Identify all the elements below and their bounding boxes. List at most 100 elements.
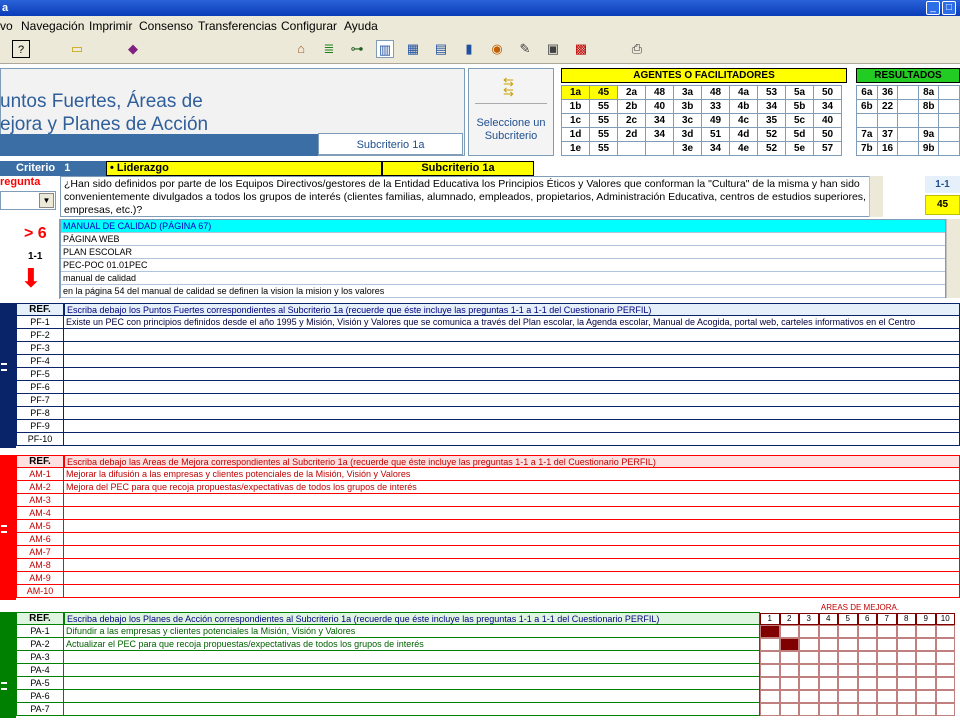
agtable-cell[interactable]: 53: [757, 85, 786, 100]
agtable-cell[interactable]: 5b: [785, 99, 814, 114]
target-icon[interactable]: ◉: [488, 40, 506, 58]
pregunta-select[interactable]: ▼: [0, 191, 56, 210]
agtable-cell[interactable]: 2b: [617, 99, 646, 114]
agtable-cell[interactable]: [645, 141, 674, 156]
areas-matrix-cell[interactable]: [877, 677, 897, 690]
maximize-button[interactable]: □: [942, 1, 956, 15]
puntos-fuertes-row[interactable]: [64, 329, 960, 342]
agtable-cell[interactable]: 55: [589, 141, 618, 156]
areas-matrix-cell[interactable]: [779, 677, 799, 690]
areas-matrix-cell[interactable]: [760, 690, 780, 703]
agtable-cell[interactable]: 40: [813, 113, 842, 128]
agtable-cell[interactable]: 40: [645, 99, 674, 114]
areas-matrix-cell[interactable]: [779, 703, 799, 716]
agtable-cell[interactable]: 4b: [729, 99, 758, 114]
areas-matrix-cell[interactable]: [799, 664, 819, 677]
agtable-cell[interactable]: 35: [757, 113, 786, 128]
areas-matrix-cell[interactable]: [760, 651, 780, 664]
areas-matrix-cell[interactable]: [896, 703, 916, 716]
rstable-cell[interactable]: [876, 113, 899, 128]
bar-chart-icon[interactable]: ▥: [376, 40, 394, 58]
puntos-fuertes-row[interactable]: [64, 381, 960, 394]
areas-matrix-cell[interactable]: [838, 625, 858, 638]
agtable-cell[interactable]: 4a: [729, 85, 758, 100]
puntos-fuertes-row[interactable]: [64, 420, 960, 433]
puntos-fuertes-row[interactable]: [64, 355, 960, 368]
select-subcriterio-button[interactable]: ⇆ ⇆ Seleccione un Subcriterio: [468, 68, 554, 156]
tree-icon[interactable]: ⊶: [348, 40, 366, 58]
areas-matrix-cell[interactable]: [818, 638, 838, 651]
areas-matrix-cell[interactable]: [760, 703, 780, 716]
areas-matrix-cell[interactable]: [779, 638, 799, 651]
palette-icon[interactable]: ▩: [572, 40, 590, 58]
rstable-cell[interactable]: 8b: [917, 99, 940, 114]
rstable-cell[interactable]: 6b: [856, 99, 878, 114]
areas-matrix-cell[interactable]: [935, 664, 955, 677]
areas-matrix-cell[interactable]: [818, 625, 838, 638]
areas-matrix-cell[interactable]: [760, 664, 780, 677]
folder-icon[interactable]: ▭: [68, 40, 86, 58]
rstable-cell[interactable]: 9a: [917, 127, 940, 142]
evidence-item[interactable]: PEC-POC 01.01PEC: [61, 259, 945, 272]
agtable-cell[interactable]: 49: [701, 113, 730, 128]
agtable-cell[interactable]: 5a: [785, 85, 814, 100]
agtable-cell[interactable]: 50: [813, 127, 842, 142]
rstable-cell[interactable]: 16: [876, 141, 899, 156]
agtable-cell[interactable]: 3e: [673, 141, 702, 156]
areas-matrix-cell[interactable]: [799, 651, 819, 664]
agtable-cell[interactable]: 1d: [561, 127, 590, 142]
areas-matrix-cell[interactable]: [935, 703, 955, 716]
areas-matrix-cell[interactable]: [877, 703, 897, 716]
evidence-item[interactable]: MANUAL DE CALIDAD (PÁGINA 67): [61, 220, 945, 233]
areas-matrix-cell[interactable]: [935, 625, 955, 638]
areas-matrix-cell[interactable]: [779, 690, 799, 703]
planes-accion-row[interactable]: Actualizar el PEC para que recoja propue…: [64, 638, 760, 651]
menu-imprimir[interactable]: Imprimir: [89, 16, 132, 36]
areas-matrix-cell[interactable]: [857, 638, 877, 651]
agtable-cell[interactable]: 2d: [617, 127, 646, 142]
areas-matrix-cell[interactable]: [857, 677, 877, 690]
rstable-cell[interactable]: 9b: [917, 141, 940, 156]
areas-mejora-row[interactable]: [64, 520, 960, 533]
agtable-cell[interactable]: 5c: [785, 113, 814, 128]
areas-matrix-cell[interactable]: [916, 664, 936, 677]
agtable-cell[interactable]: 55: [589, 99, 618, 114]
planes-accion-row[interactable]: [64, 651, 760, 664]
agtable-cell[interactable]: 48: [701, 85, 730, 100]
evidence-item[interactable]: PÁGINA WEB: [61, 233, 945, 246]
areas-mejora-row[interactable]: [64, 585, 960, 598]
areas-matrix-cell[interactable]: [838, 651, 858, 664]
rstable-cell[interactable]: [938, 85, 960, 100]
areas-matrix-cell[interactable]: [779, 625, 799, 638]
areas-matrix-cell[interactable]: [877, 638, 897, 651]
puntos-fuertes-row[interactable]: [64, 342, 960, 355]
areas-mejora-row[interactable]: [64, 572, 960, 585]
areas-matrix-cell[interactable]: [838, 690, 858, 703]
areas-matrix-cell[interactable]: [760, 638, 780, 651]
areas-matrix-cell[interactable]: [877, 664, 897, 677]
agtable-cell[interactable]: 51: [701, 127, 730, 142]
areas-matrix-cell[interactable]: [857, 625, 877, 638]
agtable-cell[interactable]: [617, 141, 646, 156]
areas-matrix-cell[interactable]: [818, 703, 838, 716]
rstable-cell[interactable]: 6a: [856, 85, 878, 100]
list-icon[interactable]: ≣: [320, 40, 338, 58]
agtable-cell[interactable]: 1b: [561, 99, 590, 114]
puntos-fuertes-row[interactable]: Existe un PEC con principios definidos d…: [64, 316, 960, 329]
agtable-cell[interactable]: 52: [757, 141, 786, 156]
grid-icon[interactable]: ▦: [404, 40, 422, 58]
agtable-cell[interactable]: 55: [589, 113, 618, 128]
printer-icon[interactable]: ⎙: [628, 40, 646, 58]
agtable-cell[interactable]: 55: [589, 127, 618, 142]
evidence-item[interactable]: en la página 54 del manual de calidad se…: [61, 285, 945, 298]
areas-matrix-cell[interactable]: [916, 625, 936, 638]
areas-matrix-cell[interactable]: [838, 638, 858, 651]
areas-matrix-cell[interactable]: [935, 677, 955, 690]
puntos-fuertes-row[interactable]: [64, 433, 960, 446]
agtable-cell[interactable]: 1e: [561, 141, 590, 156]
home-icon[interactable]: ⌂: [292, 40, 310, 58]
agtable-cell[interactable]: 2a: [617, 85, 646, 100]
areas-matrix-cell[interactable]: [760, 677, 780, 690]
areas-matrix-cell[interactable]: [838, 664, 858, 677]
rstable-cell[interactable]: [938, 127, 960, 142]
